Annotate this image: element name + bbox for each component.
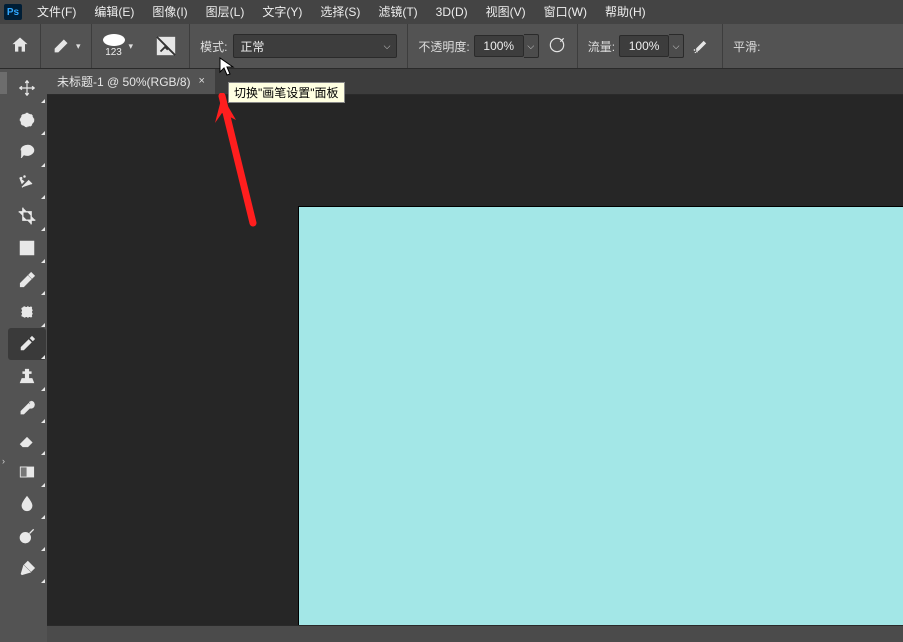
toolbar-grip-icon[interactable] (0, 72, 7, 94)
opacity-label: 不透明度: (418, 38, 469, 55)
pen-tool[interactable] (8, 552, 46, 584)
options-bar: ▾ 123 ▾ 模式: 正常 ⌵ 不透明度: 100% ⌵ 流量: 100% ⌵ (0, 24, 903, 69)
menu-item[interactable]: 图层(L) (197, 0, 254, 24)
document-tab-bar: 未标题-1 @ 50%(RGB/8) × (47, 68, 903, 95)
brush-size-value: 123 (105, 48, 122, 58)
canvas-viewport[interactable] (47, 95, 903, 642)
pressure-opacity-icon[interactable] (547, 35, 567, 58)
toolbar-gutter: › (0, 68, 7, 642)
frame-tool[interactable] (8, 232, 46, 264)
lasso-tool[interactable] (8, 136, 46, 168)
chevron-down-icon[interactable]: ⌵ (524, 34, 539, 58)
history-brush-tool[interactable] (8, 392, 46, 424)
menu-item[interactable]: 帮助(H) (596, 0, 655, 24)
brush-tool[interactable] (8, 328, 46, 360)
cursor-icon (219, 57, 235, 80)
blend-mode-value: 正常 (240, 38, 264, 55)
eraser-tool[interactable] (8, 424, 46, 456)
menu-item[interactable]: 文字(Y) (253, 0, 311, 24)
mode-label: 模式: (200, 38, 227, 55)
opacity-input[interactable]: 100% (474, 35, 524, 57)
chevron-down-icon[interactable]: ▾ (76, 41, 81, 52)
app-icon-ps: Ps (4, 4, 22, 20)
flow-label: 流量: (588, 38, 615, 55)
menu-item[interactable]: 选择(S) (311, 0, 369, 24)
brush-preview[interactable]: 123 (102, 34, 126, 58)
document-area: 未标题-1 @ 50%(RGB/8) × (47, 68, 903, 642)
crop-tool[interactable] (8, 200, 46, 232)
menu-item[interactable]: 3D(D) (427, 0, 477, 24)
menu-item[interactable]: 视图(V) (477, 0, 535, 24)
menu-item[interactable]: 编辑(E) (85, 0, 143, 24)
document-tab[interactable]: 未标题-1 @ 50%(RGB/8) × (47, 68, 215, 94)
airbrush-icon[interactable] (692, 35, 712, 58)
tooltip: 切换"画笔设置"面板 (228, 82, 345, 103)
chevron-right-icon[interactable]: › (2, 456, 5, 466)
healing-tool[interactable] (8, 296, 46, 328)
scrollbar-horizontal[interactable] (47, 625, 903, 642)
menu-item[interactable]: 窗口(W) (535, 0, 596, 24)
gradient-tool[interactable] (8, 456, 46, 488)
main-area: › 未标题-1 @ 50%(RGB/8) × (0, 68, 903, 642)
menu-item[interactable]: 文件(F) (28, 0, 85, 24)
document-tab-title: 未标题-1 @ 50%(RGB/8) (57, 73, 191, 90)
dodge-tool[interactable] (8, 520, 46, 552)
brush-circle-icon (103, 34, 125, 46)
menu-item[interactable]: 滤镜(T) (369, 0, 426, 24)
flow-input[interactable]: 100% (619, 35, 669, 57)
marquee-tool[interactable] (8, 104, 46, 136)
blend-mode-dropdown[interactable]: 正常 ⌵ (233, 34, 397, 58)
menu-item[interactable]: 图像(I) (143, 0, 196, 24)
brush-settings-panel-toggle-icon[interactable] (153, 33, 179, 59)
chevron-down-icon[interactable]: ⌵ (669, 34, 684, 58)
close-icon[interactable]: × (199, 75, 205, 87)
tool-preset-icon[interactable] (51, 34, 73, 59)
tool-panel (7, 68, 47, 642)
blur-tool[interactable] (8, 488, 46, 520)
home-icon[interactable] (10, 35, 30, 58)
eyedropper-tool[interactable] (8, 264, 46, 296)
chevron-down-icon[interactable]: ▾ (129, 41, 134, 52)
chevron-down-icon: ⌵ (384, 41, 391, 52)
move-tool[interactable] (8, 72, 46, 104)
quick-select-tool[interactable] (8, 168, 46, 200)
canvas[interactable] (299, 207, 903, 642)
smoothing-label: 平滑: (733, 38, 760, 55)
clone-stamp-tool[interactable] (8, 360, 46, 392)
menu-bar: Ps 文件(F)编辑(E)图像(I)图层(L)文字(Y)选择(S)滤镜(T)3D… (0, 0, 903, 24)
